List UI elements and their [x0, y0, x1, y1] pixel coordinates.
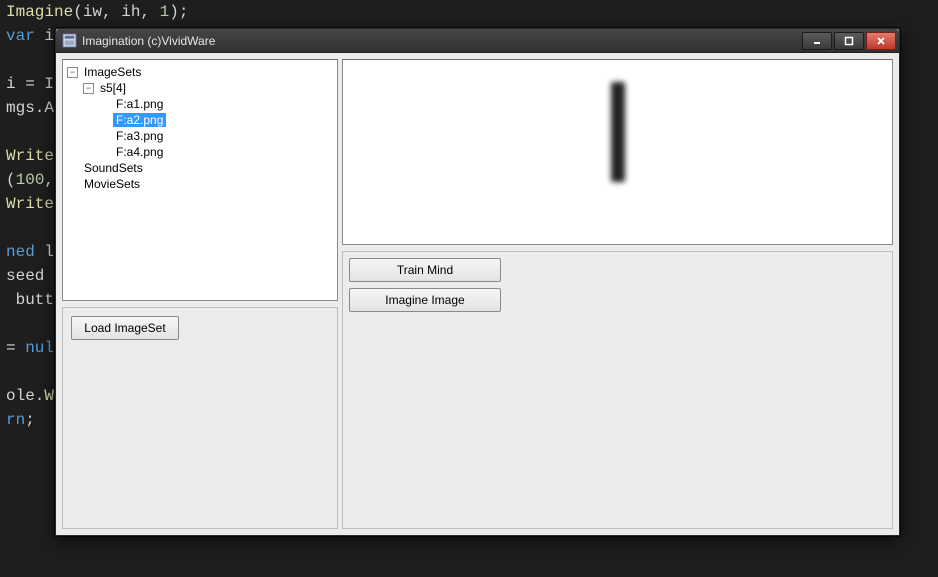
tree-node-imagesets[interactable]: − ImageSets [67, 64, 335, 80]
expander-icon[interactable]: − [67, 67, 78, 78]
window-title: Imagination (c)VividWare [82, 34, 802, 48]
tree-node-label: MovieSets [81, 177, 143, 191]
minimize-button[interactable] [802, 32, 832, 50]
load-imageset-button[interactable]: Load ImageSet [71, 316, 179, 340]
app-icon [62, 33, 77, 48]
tree-node-label: SoundSets [81, 161, 146, 175]
tree-leaf-label: F:a4.png [113, 145, 166, 159]
tree-node-moviesets[interactable]: MovieSets [67, 176, 335, 192]
expander-placeholder [67, 179, 78, 190]
preview-content [611, 82, 625, 182]
left-column: − ImageSets − s5[4] F:a1.png F:a2.png F:a3… [62, 59, 338, 529]
tree-node-label: s5[4] [97, 81, 129, 95]
tree-node-s5[interactable]: − s5[4] [83, 80, 335, 96]
tree-node-soundsets[interactable]: SoundSets [67, 160, 335, 176]
tree-leaf[interactable]: F:a4.png [99, 144, 335, 160]
tree-view[interactable]: − ImageSets − s5[4] F:a1.png F:a2.png F:a3… [62, 59, 338, 301]
tree-leaf-label: F:a3.png [113, 129, 166, 143]
client-area: − ImageSets − s5[4] F:a1.png F:a2.png F:a3… [56, 53, 899, 535]
close-button[interactable] [866, 32, 896, 50]
train-mind-button[interactable]: Train Mind [349, 258, 501, 282]
maximize-button[interactable] [834, 32, 864, 50]
image-preview [342, 59, 893, 245]
right-column: Train Mind Imagine Image [342, 59, 893, 529]
expander-icon[interactable]: − [83, 83, 94, 94]
left-lower-panel: Load ImageSet [62, 307, 338, 529]
tree-leaf-label: F:a2.png [113, 113, 166, 127]
window-buttons [802, 32, 896, 50]
tree-leaf[interactable]: F:a2.png [99, 112, 335, 128]
tree-node-label: ImageSets [81, 65, 144, 79]
tree-leaf[interactable]: F:a1.png [99, 96, 335, 112]
right-lower-panel: Train Mind Imagine Image [342, 251, 893, 529]
imagine-image-button[interactable]: Imagine Image [349, 288, 501, 312]
app-window: Imagination (c)VividWare − ImageSets [55, 28, 900, 536]
titlebar[interactable]: Imagination (c)VividWare [56, 29, 899, 53]
expander-placeholder [67, 163, 78, 174]
tree-leaf-label: F:a1.png [113, 97, 166, 111]
tree-leaf[interactable]: F:a3.png [99, 128, 335, 144]
